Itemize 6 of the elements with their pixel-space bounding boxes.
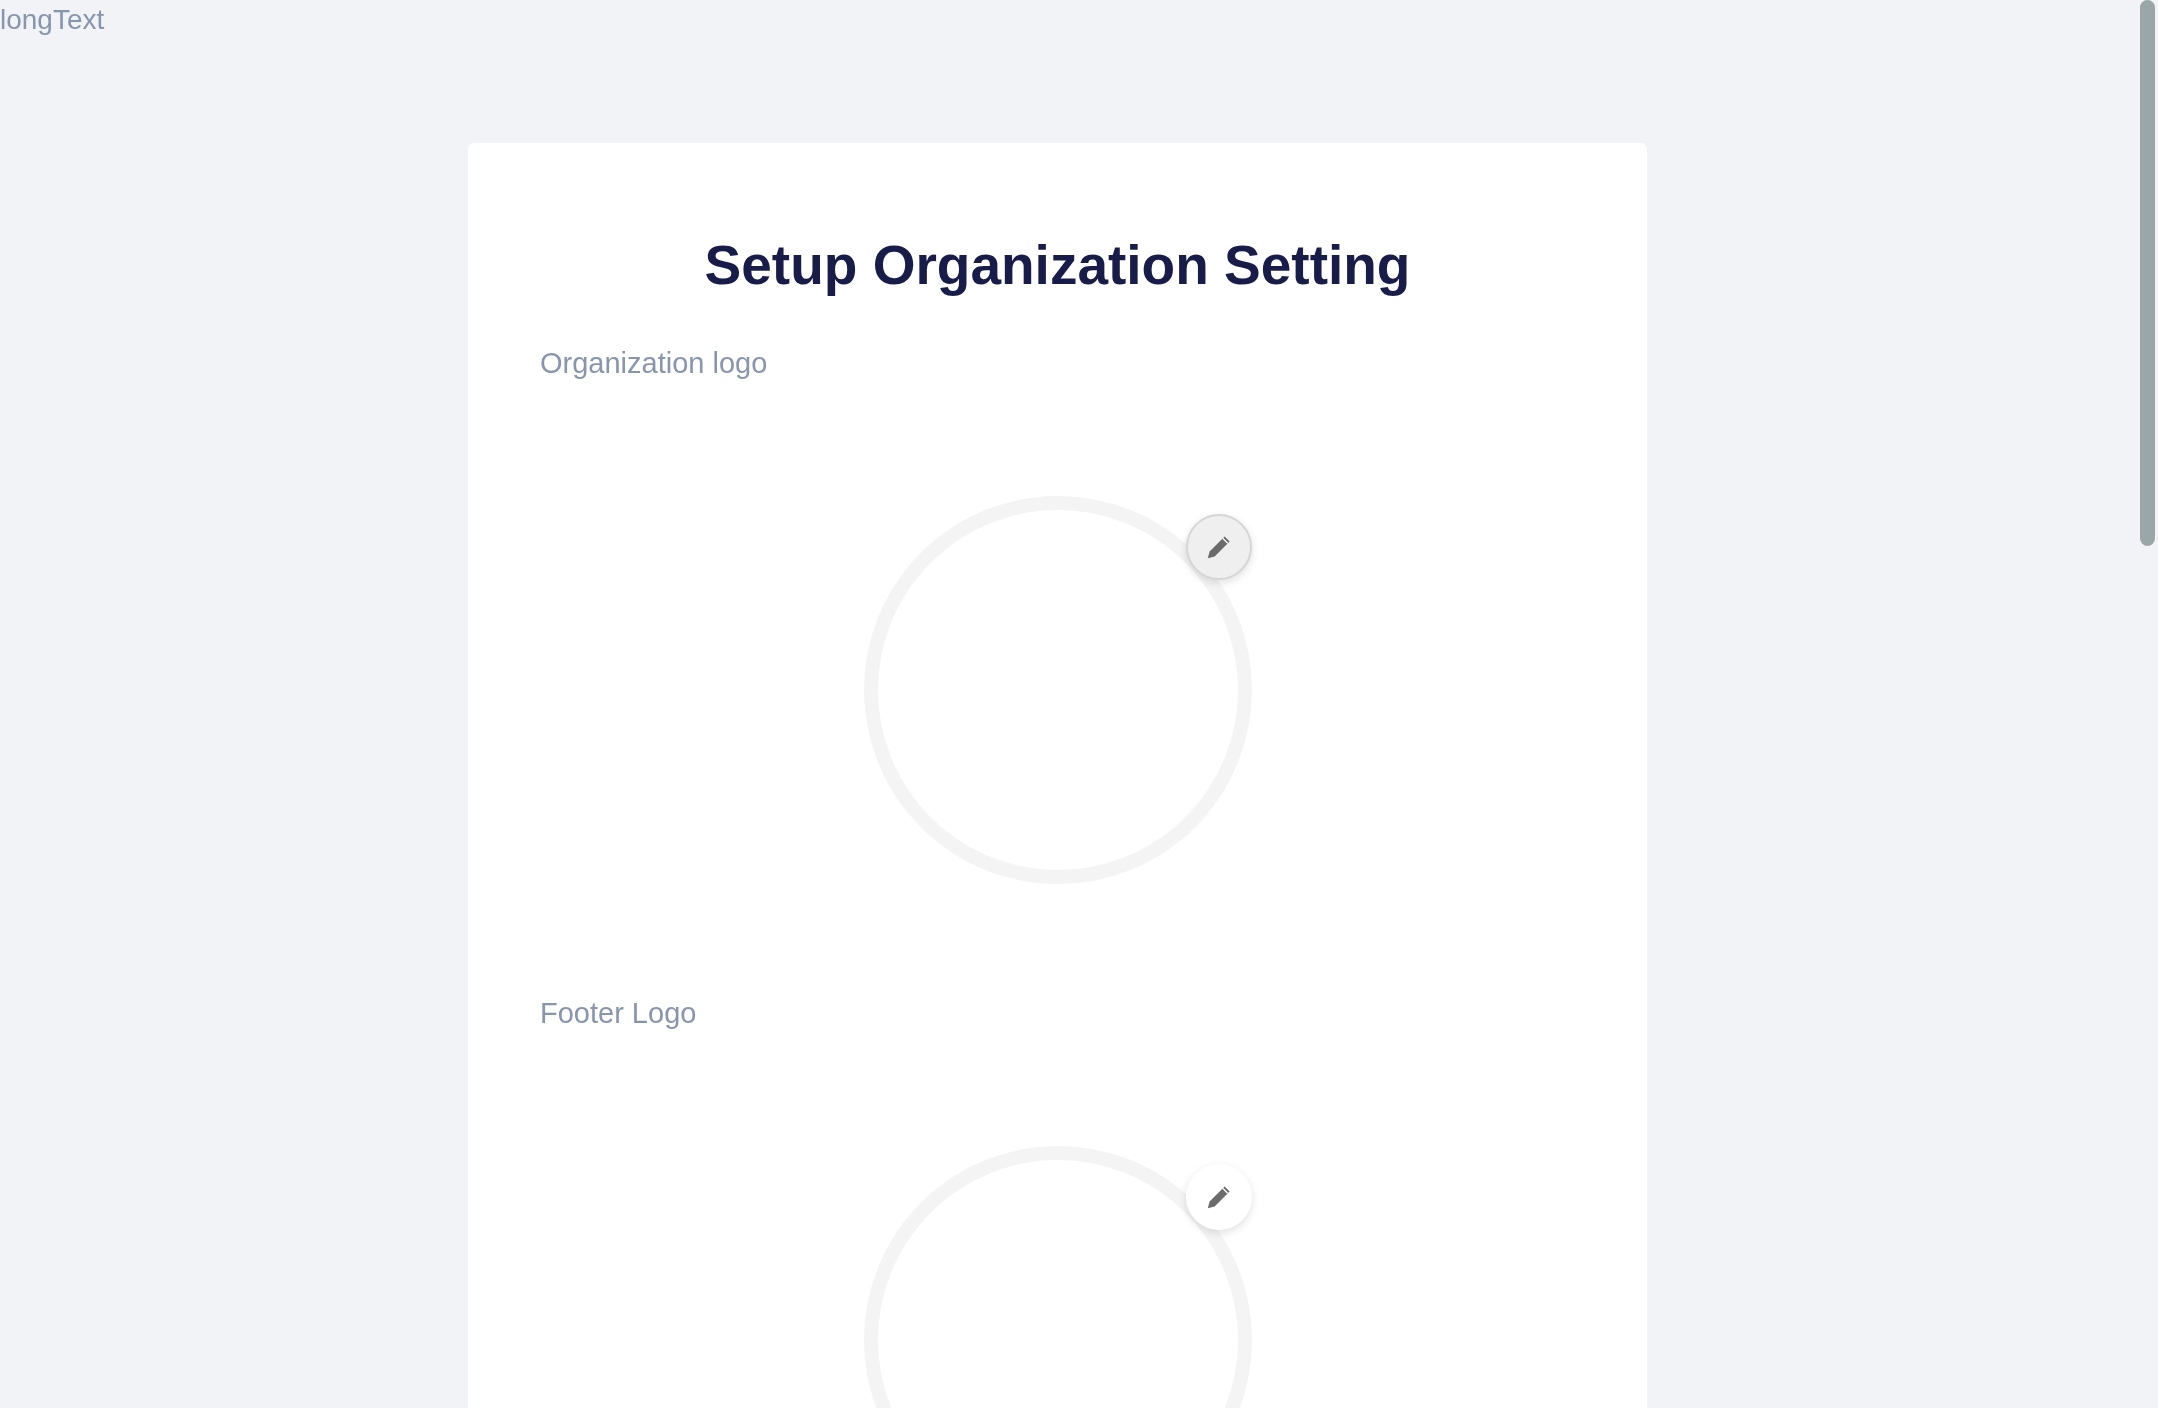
section-label: Footer Logo <box>540 997 698 1030</box>
page-title: Setup Organization Setting <box>703 233 1412 297</box>
section-label: Organization logo <box>540 347 769 380</box>
scrollbar-thumb[interactable] <box>2140 0 2155 546</box>
edit-button[interactable] <box>1185 514 1252 580</box>
corner-text: longText <box>0 4 105 36</box>
